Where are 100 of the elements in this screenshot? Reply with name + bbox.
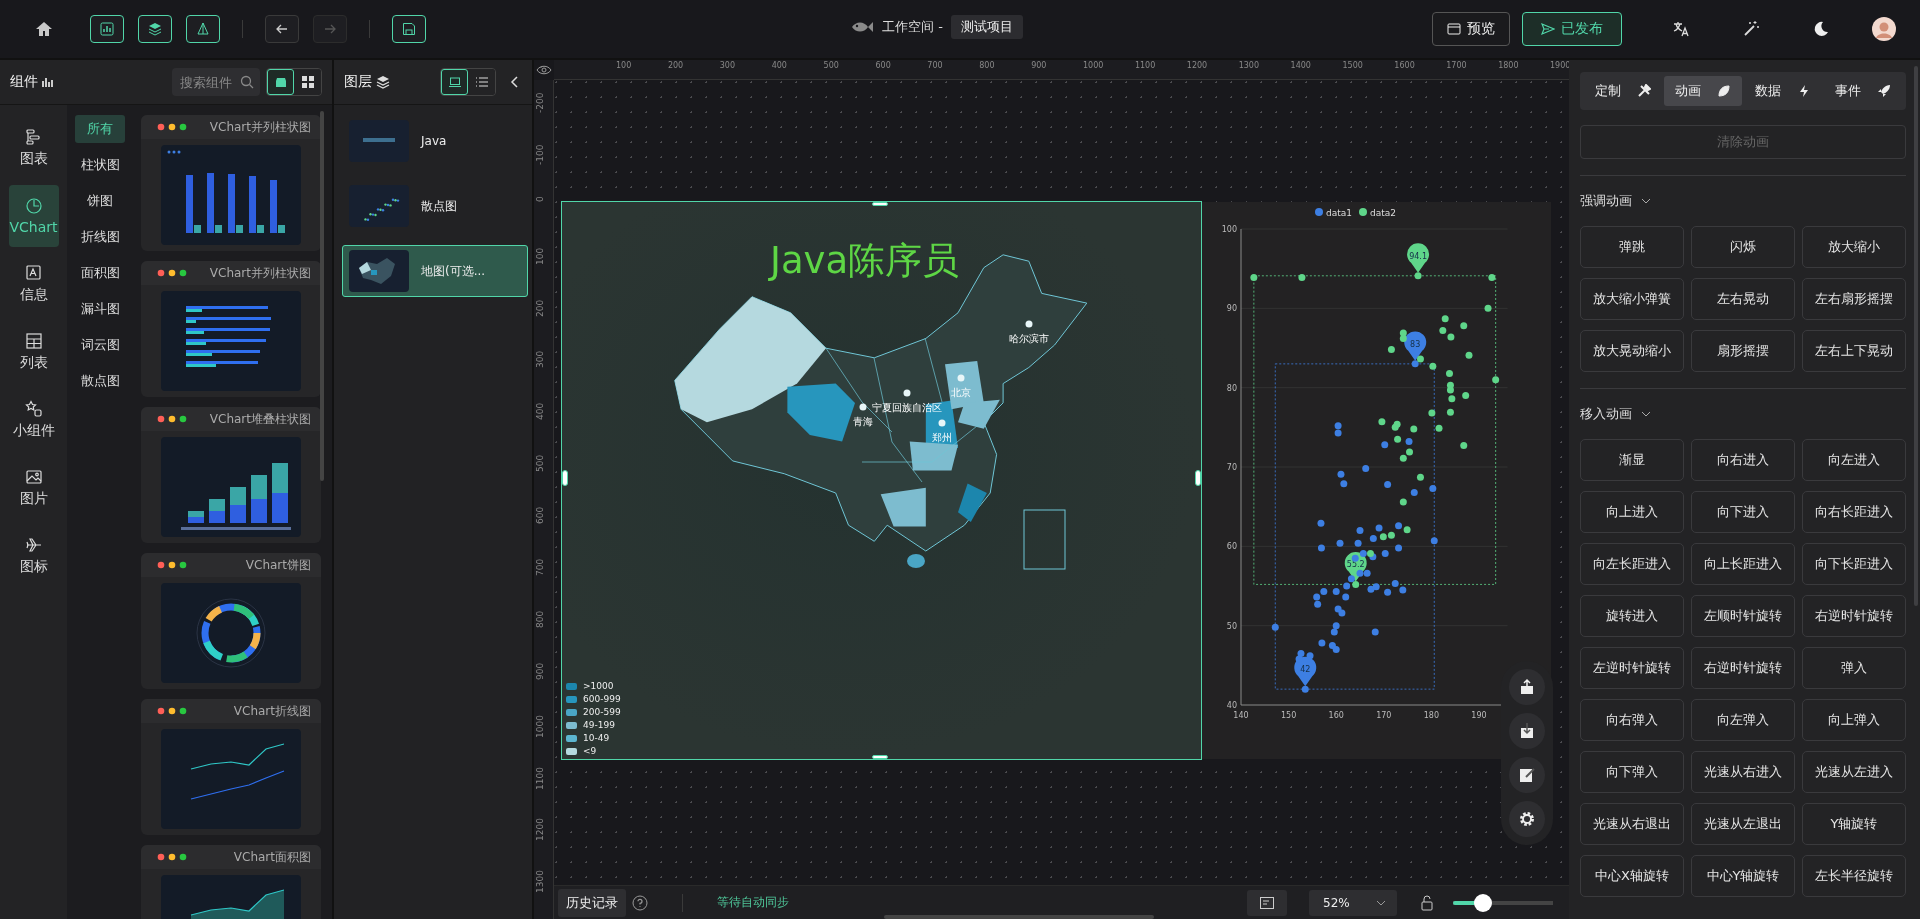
animation-button[interactable]: 左逆时针旋转 bbox=[1580, 647, 1684, 689]
axis-tick-label: 180 bbox=[1423, 711, 1440, 720]
animation-button[interactable]: 向右弹入 bbox=[1580, 699, 1684, 741]
animation-button[interactable]: 向下进入 bbox=[1691, 491, 1795, 533]
animation-button[interactable]: 左顺时针旋转 bbox=[1691, 595, 1795, 637]
publish-button[interactable]: 已发布 bbox=[1522, 12, 1622, 46]
legend-label: 10-49 bbox=[583, 732, 610, 744]
animation-button[interactable]: 左长半径旋转 bbox=[1802, 855, 1906, 897]
animation-button[interactable]: 闪烁 bbox=[1691, 226, 1795, 268]
animation-button[interactable]: 中心Y轴旋转 bbox=[1691, 855, 1795, 897]
inspector-tab[interactable]: 动画 bbox=[1664, 76, 1742, 106]
ruler-label: 1200 bbox=[534, 818, 546, 844]
component-card[interactable]: VChart面积图 bbox=[141, 845, 321, 919]
component-card[interactable]: VChart饼图 bbox=[141, 553, 321, 689]
card-title: VChart面积图 bbox=[233, 848, 311, 866]
animation-button[interactable]: 向左长距进入 bbox=[1580, 543, 1684, 585]
animation-button[interactable]: 渐显 bbox=[1580, 439, 1684, 481]
animation-button[interactable]: 放大缩小弹簧 bbox=[1580, 278, 1684, 320]
ruler-label: 1600 bbox=[1393, 60, 1416, 72]
animation-button[interactable]: 光速从右进入 bbox=[1691, 751, 1795, 793]
category-item[interactable]: 漏斗图 bbox=[75, 295, 125, 323]
animation-button[interactable]: 旋转进入 bbox=[1580, 595, 1684, 637]
animation-button[interactable]: 扇形摇摆 bbox=[1691, 330, 1795, 372]
axis-tick-label: 100 bbox=[1221, 225, 1237, 234]
axis-tick-label: 70 bbox=[1226, 463, 1237, 472]
ruler-label: 100 bbox=[534, 247, 546, 267]
animation-button[interactable]: 向上长距进入 bbox=[1691, 543, 1795, 585]
animation-button[interactable]: 向上进入 bbox=[1580, 491, 1684, 533]
layer-item[interactable]: 散点图 bbox=[342, 180, 528, 232]
nav-item[interactable]: 图表 bbox=[8, 117, 59, 179]
inspector-tab[interactable]: 定制 bbox=[1584, 76, 1662, 106]
category-item[interactable]: 所有 bbox=[75, 115, 125, 143]
history-button[interactable]: 历史记录 bbox=[558, 888, 626, 917]
animation-button[interactable]: 向左弹入 bbox=[1691, 699, 1795, 741]
zoom-select[interactable]: 52% bbox=[1309, 889, 1397, 916]
animation-button[interactable]: 向上弹入 bbox=[1802, 699, 1906, 741]
annotation: 42 bbox=[1300, 665, 1311, 675]
animation-button[interactable]: 左右上下晃动 bbox=[1802, 330, 1906, 372]
legend-label: 600-999 bbox=[583, 693, 621, 705]
animation-button[interactable]: 放大晃动缩小 bbox=[1580, 330, 1684, 372]
legend-label: data1 bbox=[1326, 207, 1352, 218]
category-item[interactable]: 饼图 bbox=[75, 187, 125, 215]
animation-button[interactable]: 向右进入 bbox=[1691, 439, 1795, 481]
animation-button[interactable]: 向下长距进入 bbox=[1802, 543, 1906, 585]
category-item[interactable]: 折线图 bbox=[75, 223, 125, 251]
ruler-label: 1200 bbox=[1185, 60, 1209, 72]
annotation: 83 bbox=[1410, 339, 1421, 349]
legend-label: 200-599 bbox=[583, 706, 621, 718]
component-card[interactable]: VChart折线图 bbox=[141, 699, 321, 835]
category-item[interactable]: 散点图 bbox=[75, 367, 125, 395]
animation-button[interactable]: 右逆时针旋转 bbox=[1802, 595, 1906, 637]
component-card[interactable]: VChart并列柱状图 bbox=[141, 261, 321, 397]
animation-button[interactable]: 向下弹入 bbox=[1580, 751, 1684, 793]
animation-button[interactable]: 光速从左进入 bbox=[1802, 751, 1906, 793]
preview-button[interactable]: 预览 bbox=[1432, 12, 1510, 46]
layer-item[interactable]: Java bbox=[342, 115, 528, 167]
animation-button[interactable]: 右逆时针旋转 bbox=[1691, 647, 1795, 689]
legend-label: <9 bbox=[583, 745, 597, 757]
component-card[interactable]: VChart堆叠柱状图 bbox=[141, 407, 321, 543]
ruler-label: -100 bbox=[534, 143, 546, 167]
animation-button[interactable]: 左右扇形摇摆 bbox=[1802, 278, 1906, 320]
nav-item[interactable]: 图标 bbox=[8, 525, 59, 587]
search-field[interactable]: 搜索组件 bbox=[172, 68, 260, 96]
axis-tick-label: 170 bbox=[1376, 711, 1392, 720]
animation-button[interactable]: 光速从右退出 bbox=[1580, 803, 1684, 845]
nav-item[interactable]: 图片 bbox=[8, 457, 59, 519]
animation-button[interactable]: 左右晃动 bbox=[1691, 278, 1795, 320]
animation-button[interactable]: 向右长距进入 bbox=[1802, 491, 1906, 533]
annotation: 94.1 bbox=[1409, 251, 1427, 261]
animation-button[interactable]: Y轴旋转 bbox=[1802, 803, 1906, 845]
animation-button[interactable]: 弹跳 bbox=[1580, 226, 1684, 268]
animation-button[interactable]: 向左进入 bbox=[1802, 439, 1906, 481]
nav-item[interactable]: 列表 bbox=[8, 321, 59, 383]
axis-tick-label: 150 bbox=[1280, 711, 1297, 720]
workspace-label: 工作空间 - bbox=[882, 18, 943, 36]
nav-item[interactable]: 信息 bbox=[8, 253, 59, 315]
category-item[interactable]: 面积图 bbox=[75, 259, 125, 287]
inspector-tab[interactable]: 事件 bbox=[1824, 76, 1902, 106]
project-name[interactable]: 测试项目 bbox=[950, 15, 1023, 39]
layer-item[interactable]: 地图(可选... bbox=[342, 245, 528, 297]
ruler-label: 1000 bbox=[534, 714, 546, 740]
map-title: Java陈序员 bbox=[770, 238, 960, 284]
inspector-tab[interactable]: 数据 bbox=[1744, 76, 1822, 106]
ruler-label: 300 bbox=[534, 351, 546, 371]
component-card[interactable]: VChart并列柱状图 bbox=[141, 115, 321, 251]
category-item[interactable]: 柱状图 bbox=[75, 151, 125, 179]
ruler-label: 1700 bbox=[1445, 60, 1468, 72]
animation-button[interactable]: 光速从左退出 bbox=[1691, 803, 1795, 845]
animation-button[interactable]: 弹入 bbox=[1802, 647, 1906, 689]
ruler-label: 700 bbox=[926, 60, 944, 72]
sync-status: 等待自动同步 bbox=[717, 894, 789, 911]
nav-item[interactable]: VChart bbox=[8, 185, 59, 247]
category-item[interactable]: 词云图 bbox=[75, 331, 125, 359]
ruler-label: 200 bbox=[534, 299, 546, 319]
nav-item[interactable]: 小组件 bbox=[8, 389, 59, 451]
city-label: 哈尔滨市 bbox=[1009, 333, 1049, 345]
ruler-label: 500 bbox=[822, 60, 840, 72]
animation-button[interactable]: 放大缩小 bbox=[1802, 226, 1906, 268]
animation-button[interactable]: 中心X轴旋转 bbox=[1580, 855, 1684, 897]
ruler-label: 500 bbox=[534, 455, 546, 475]
